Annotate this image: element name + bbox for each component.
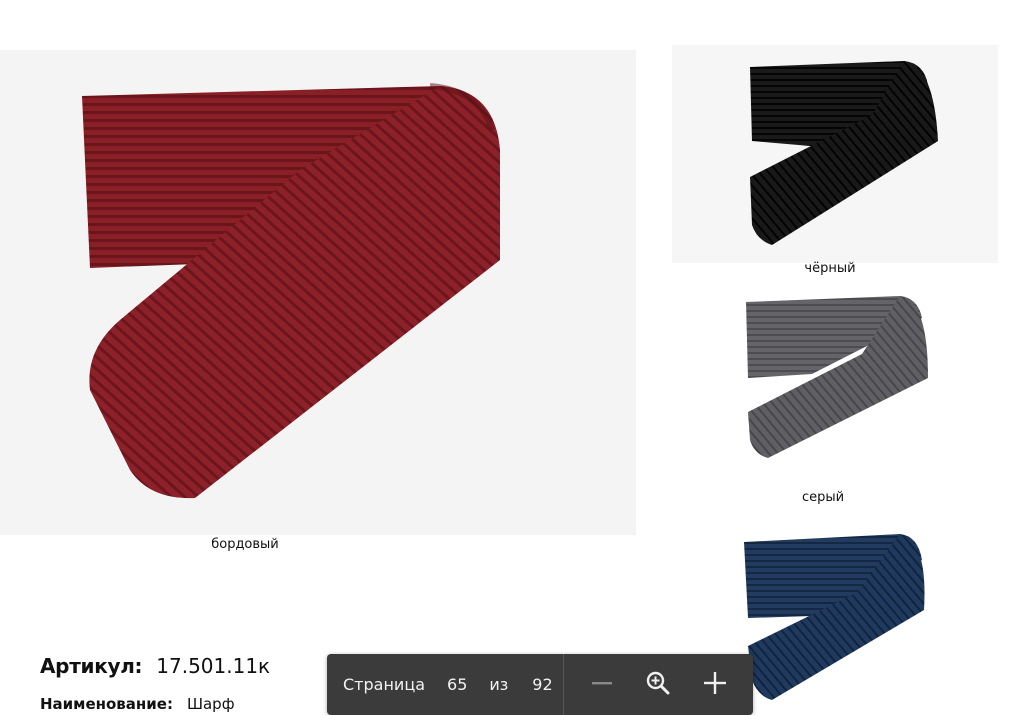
zoom-in-button[interactable] — [697, 667, 733, 703]
main-color-caption: бордовый — [211, 537, 279, 552]
zoom-fit-button[interactable] — [640, 667, 676, 703]
article-label: Артикул: — [40, 654, 143, 678]
viewer-toolbar: Страница 65 из 92 — [327, 654, 753, 715]
black-variant-image — [672, 45, 998, 263]
main-product-image — [0, 50, 636, 535]
article-value: 17.501.11к — [156, 654, 271, 678]
current-page-number[interactable]: 65 — [447, 675, 467, 694]
plus-icon — [703, 671, 727, 699]
article-row: Артикул: 17.501.11к — [40, 654, 270, 678]
page-of-label: из — [489, 675, 509, 694]
black-color-caption: чёрный — [804, 261, 856, 276]
zoom-out-button[interactable] — [584, 667, 620, 703]
name-row: Наименование: Шарф — [40, 695, 235, 713]
magnifier-plus-icon — [645, 670, 671, 700]
page-label: Страница — [343, 675, 426, 694]
grey-color-caption: серый — [801, 490, 845, 505]
page-indicator: Страница 65 из 92 — [327, 654, 563, 715]
grey-variant-image — [672, 282, 998, 474]
name-label: Наименование: — [40, 695, 173, 713]
pdf-page: бордовый чёрный серый Артикул: 17.501.11… — [0, 0, 1012, 715]
name-value: Шарф — [186, 695, 235, 713]
total-pages-number: 92 — [532, 675, 553, 694]
minus-icon — [591, 672, 613, 698]
zoom-controls — [564, 654, 753, 715]
